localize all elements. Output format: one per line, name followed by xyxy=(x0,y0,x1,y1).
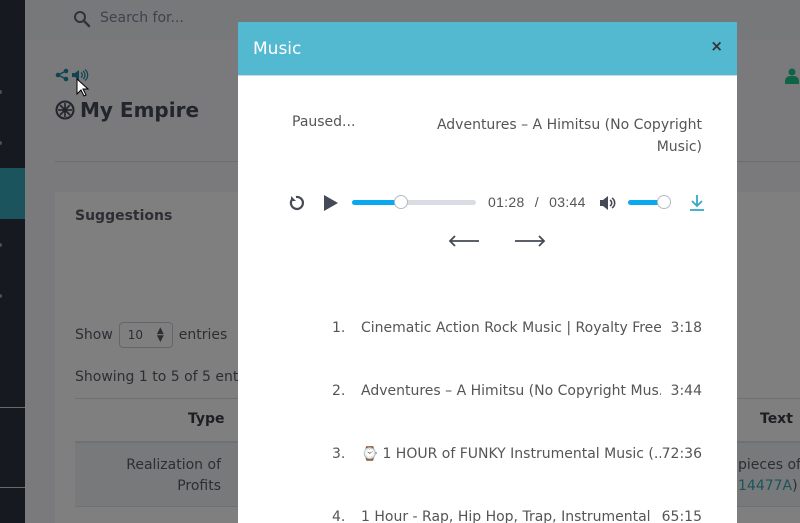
current-time: 01:28 xyxy=(488,194,525,210)
track-title: 1 Hour - Rap, Hip Hop, Trap, Instrumenta… xyxy=(361,509,651,523)
track-duration: 3:44 xyxy=(670,383,702,399)
player-status: Paused... xyxy=(292,114,356,130)
track-title: Cinematic Action Rock Music | Royalty Fr… xyxy=(361,320,661,336)
playlist-item[interactable]: 2. Adventures – A Himitsu (No Copyright … xyxy=(332,383,702,405)
track-navigation xyxy=(448,235,546,247)
player-controls: 01:28 / 03:44 xyxy=(238,192,737,214)
playlist-item[interactable]: 4. 1 Hour - Rap, Hip Hop, Trap, Instrume… xyxy=(332,509,702,523)
playlist-item[interactable]: 3. ⌚ 1 HOUR of FUNKY Instrumental Music (… xyxy=(332,446,702,468)
time-display: 01:28 / 03:44 xyxy=(488,194,586,210)
track-title: Adventures – A Himitsu (No Copyright Mus… xyxy=(361,383,661,399)
download-icon[interactable] xyxy=(689,194,705,212)
total-time: 03:44 xyxy=(549,194,586,210)
music-modal: Music × Paused... Adventures – A Himitsu… xyxy=(238,22,737,523)
track-number: 3. xyxy=(332,446,346,462)
track-number: 4. xyxy=(332,509,346,523)
track-title-wrapper: ⌚ 1 HOUR of FUNKY Instrumental Music (... xyxy=(361,446,661,468)
previous-track-icon[interactable] xyxy=(448,235,480,247)
now-playing-title: Adventures – A Himitsu (No Copyright Mus… xyxy=(436,117,702,155)
progress-slider[interactable] xyxy=(352,195,476,209)
time-separator: / xyxy=(534,194,539,210)
track-duration: 72:36 xyxy=(661,446,702,462)
track-number: 1. xyxy=(332,320,346,336)
track-duration: 65:15 xyxy=(661,509,702,523)
volume-icon[interactable] xyxy=(599,195,617,211)
volume-slider[interactable] xyxy=(628,195,671,209)
progress-thumb[interactable] xyxy=(393,195,408,209)
volume-thumb[interactable] xyxy=(657,195,671,209)
next-track-icon[interactable] xyxy=(514,235,546,247)
mouse-cursor-icon xyxy=(76,78,90,97)
close-button[interactable]: × xyxy=(710,37,723,55)
modal-header: Music × xyxy=(238,22,737,76)
watch-icon: ⌚ xyxy=(361,446,379,462)
track-title: 1 HOUR of FUNKY Instrumental Music (... xyxy=(382,446,661,462)
playlist-item[interactable]: 1. Cinematic Action Rock Music | Royalty… xyxy=(332,320,702,342)
play-icon[interactable] xyxy=(323,194,339,212)
modal-title: Music xyxy=(253,38,302,59)
track-duration: 3:18 xyxy=(670,320,702,336)
replay-icon[interactable] xyxy=(288,195,304,211)
track-number: 2. xyxy=(332,383,346,399)
